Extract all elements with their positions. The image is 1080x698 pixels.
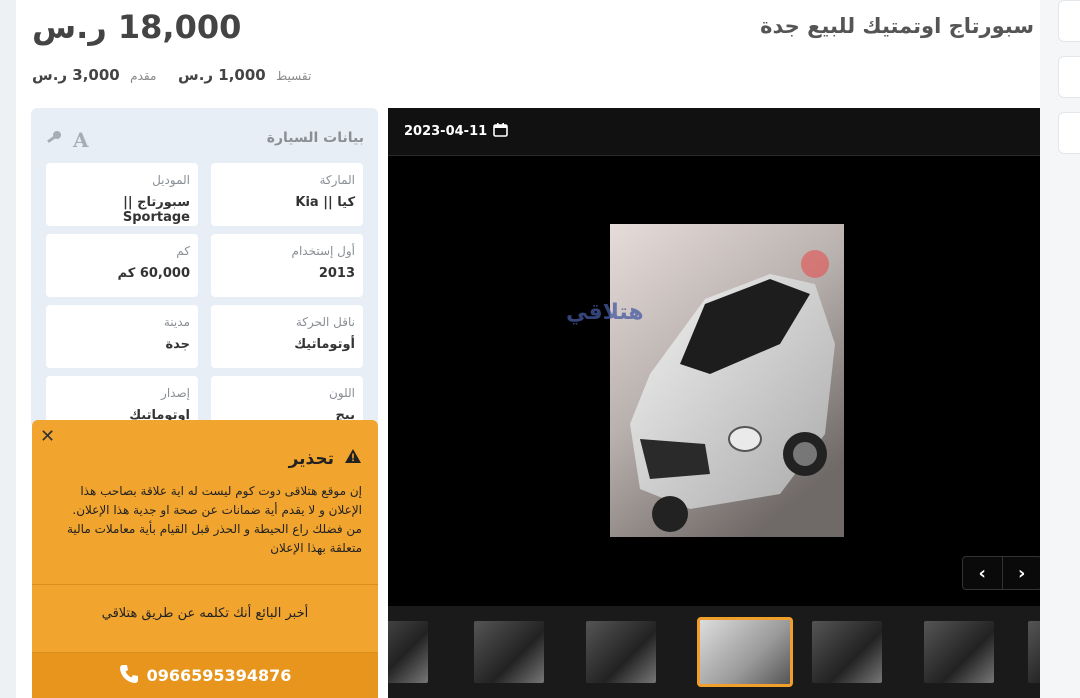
field-label: كم	[176, 244, 190, 258]
field-value: 60,000 كم	[117, 266, 190, 281]
close-icon[interactable]: ✕	[40, 426, 55, 447]
field-brand: الماركة كيا || Kia	[211, 163, 363, 226]
thumbnail[interactable]	[474, 621, 544, 683]
main-car-photo[interactable]	[610, 224, 844, 537]
field-value: كيا || Kia	[295, 195, 355, 210]
warning-icon	[344, 448, 362, 469]
down-payment-label: مقدم	[130, 69, 157, 83]
field-label: مدينة	[163, 315, 190, 329]
field-model: الموديل سبورتاج || Sportage	[46, 163, 198, 226]
warning-popup: ✕ تحذير إن موقع هتلاقى دوت كوم ليست له ا…	[32, 420, 378, 698]
field-label: أول إستخدام	[291, 244, 355, 258]
warning-body: إن موقع هتلاقى دوت كوم ليست له اية علاقة…	[66, 484, 362, 555]
chevron-left-icon[interactable]: ‹	[963, 557, 1002, 589]
gallery-header: 2023-04-11	[388, 108, 1040, 156]
warning-title-text: تحذير	[288, 448, 334, 469]
field-value: سبورتاج || Sportage	[122, 195, 190, 225]
down-payment-value: 3,000 ر.س	[32, 66, 120, 84]
listing-price: 18,000 ر.س	[32, 8, 242, 46]
watermark-logo: هتلاقي	[566, 300, 644, 325]
field-value: جدة	[165, 337, 190, 352]
panel-tools: A	[45, 128, 89, 152]
field-label: ناقل الحركة	[295, 315, 355, 329]
field-first-use: أول إستخدام 2013	[211, 234, 363, 297]
down-payment-info: مقدم 3,000 ر.س	[32, 66, 156, 84]
key-icon[interactable]	[45, 129, 63, 151]
side-tab[interactable]	[1058, 56, 1080, 98]
tell-seller-text: أخبر البائع أنك تكلمه عن طريق هتلاقي	[101, 606, 309, 621]
phone-number: 0966595394876	[146, 666, 292, 685]
side-tab[interactable]	[1058, 112, 1080, 154]
car-data-panel: بيانات السيارة A الماركة كيا || Kia المو…	[31, 108, 378, 428]
phone-icon	[119, 664, 139, 688]
field-label: الماركة	[319, 173, 355, 187]
field-mileage: كم 60,000 كم	[46, 234, 198, 297]
right-rail	[1040, 0, 1080, 698]
photo-gallery: 2023-04-11 هتلاقي ‹ ›	[388, 108, 1040, 698]
car-data-title: بيانات السيارة	[266, 130, 364, 146]
font-size-icon[interactable]: A	[73, 128, 89, 152]
installment-value: 1,000 ر.س	[178, 66, 266, 84]
thumbnail-strip	[388, 606, 1040, 698]
thumbnail[interactable]	[586, 621, 656, 683]
field-transmission: ناقل الحركة أوتوماتيك	[211, 305, 363, 368]
thumbnail[interactable]	[388, 621, 428, 683]
field-city: مدينة جدة	[46, 305, 198, 368]
field-value: أوتوماتيك	[294, 337, 355, 352]
listing-date: 2023-04-11	[404, 122, 508, 141]
field-label: اللون	[329, 386, 355, 400]
calendar-icon	[493, 122, 508, 141]
side-tab[interactable]	[1058, 0, 1080, 42]
thumbnail[interactable]	[812, 621, 882, 683]
chevron-right-icon[interactable]: ›	[1001, 557, 1041, 589]
field-value: 2013	[318, 266, 355, 281]
date-text: 2023-04-11	[404, 124, 488, 139]
divider	[32, 584, 378, 585]
gallery-nav: ‹ ›	[962, 556, 1040, 590]
thumbnail[interactable]	[1028, 621, 1040, 683]
field-label: الموديل	[152, 173, 190, 187]
installment-label: تقسيط	[276, 69, 312, 83]
listing-title: سبورتاج اوتمتيك للبيع جدة	[760, 14, 1034, 38]
field-label: إصدار	[161, 386, 190, 400]
thumbnail-active[interactable]	[697, 617, 793, 687]
warning-title: تحذير	[289, 448, 362, 469]
thumbnail[interactable]	[924, 621, 994, 683]
call-seller-button[interactable]: 0966595394876	[32, 652, 378, 698]
installment-info: تقسيط 1,000 ر.س	[178, 66, 311, 84]
